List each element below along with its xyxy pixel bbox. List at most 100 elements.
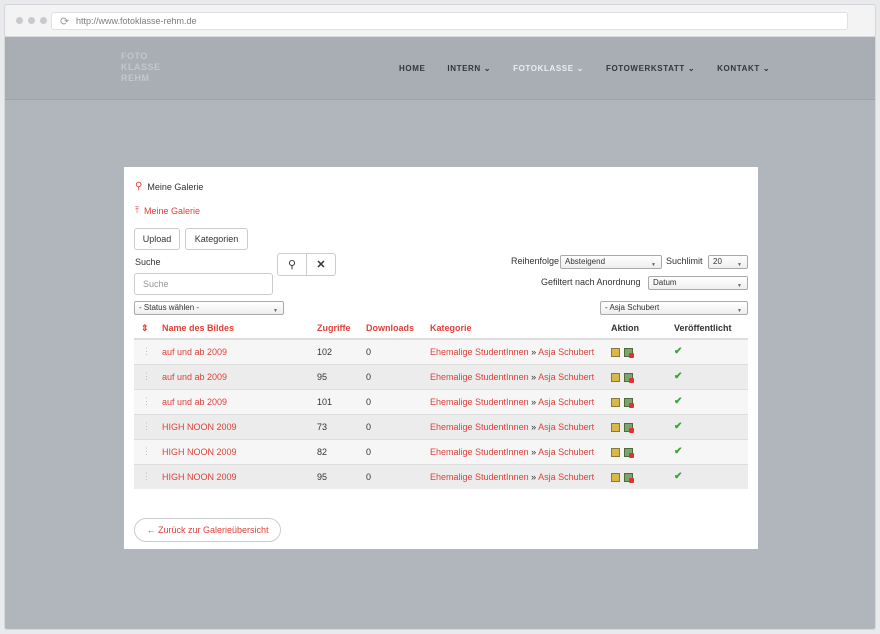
delete-image-icon[interactable]: [624, 472, 634, 483]
image-name-link[interactable]: auf und ab 2009: [162, 388, 317, 414]
table-row: ⋮ HIGH NOON 2009 95 0 Ehemalige StudentI…: [134, 463, 748, 489]
category-link[interactable]: Ehemalige StudentInnen: [430, 422, 529, 432]
table-header-row: ⇕ Name des Bildes Zugriffe Downloads Kat…: [134, 318, 748, 340]
limit-select[interactable]: 20 ▼: [708, 255, 748, 269]
image-name-link[interactable]: HIGH NOON 2009: [162, 438, 317, 464]
subcategory-link[interactable]: Asja Schubert: [538, 397, 594, 407]
edit-icon[interactable]: [611, 422, 620, 432]
col-category[interactable]: Kategorie: [430, 318, 611, 340]
search-input[interactable]: Suche: [134, 273, 273, 295]
category-cell: Ehemalige StudentInnen » Asja Schubert: [430, 413, 611, 439]
address-bar[interactable]: ⟳ http://www.fotoklasse-rehm.de: [51, 12, 848, 30]
filter-select[interactable]: Datum ▼: [648, 276, 748, 290]
category-link[interactable]: Ehemalige StudentInnen: [430, 472, 529, 482]
delete-image-icon[interactable]: [624, 347, 634, 358]
image-name-link[interactable]: auf und ab 2009: [162, 338, 317, 364]
col-views[interactable]: Zugriffe: [317, 318, 366, 340]
order-select[interactable]: Absteigend ▼: [560, 255, 662, 269]
drag-handle-icon[interactable]: ⋮: [134, 438, 162, 464]
nav-label: HOME: [399, 64, 426, 73]
drag-handle-icon[interactable]: ⋮: [134, 413, 162, 439]
upload-button[interactable]: Upload: [134, 228, 180, 250]
maximize-dot[interactable]: [40, 17, 47, 24]
limit-label: Suchlimit: [666, 256, 703, 266]
nav-intern[interactable]: INTERN ⌄: [447, 64, 491, 73]
checkmark-icon[interactable]: ✔: [674, 421, 682, 432]
image-name-link[interactable]: auf und ab 2009: [162, 363, 317, 389]
views-count: 73: [317, 413, 366, 439]
nav-kontakt[interactable]: KONTAKT ⌄: [717, 64, 770, 73]
minimize-dot[interactable]: [28, 17, 35, 24]
subcategory-link[interactable]: Asja Schubert: [538, 347, 594, 357]
edit-icon[interactable]: [611, 447, 620, 457]
category-cell: Ehemalige StudentInnen » Asja Schubert: [430, 438, 611, 464]
subcategory-link[interactable]: Asja Schubert: [538, 472, 594, 482]
checkmark-icon[interactable]: ✔: [674, 346, 682, 357]
delete-image-icon[interactable]: [624, 447, 634, 458]
category-cell: Ehemalige StudentInnen » Asja Schubert: [430, 338, 611, 364]
checkmark-icon[interactable]: ✔: [674, 371, 682, 382]
search-button[interactable]: ⚲: [277, 253, 307, 276]
upload-icon: ⤒: [135, 205, 139, 215]
category-link[interactable]: Ehemalige StudentInnen: [430, 447, 529, 457]
categories-button[interactable]: Kategorien: [185, 228, 248, 250]
published-cell: ✔: [674, 413, 748, 439]
chevron-down-icon: ⌄: [687, 64, 696, 73]
gallery-title: Meine Galerie: [147, 181, 204, 192]
chevron-down-icon: ▼: [737, 283, 742, 289]
table-row: ⋮ HIGH NOON 2009 82 0 Ehemalige StudentI…: [134, 438, 748, 464]
nav-home[interactable]: HOME: [399, 64, 425, 73]
checkmark-icon[interactable]: ✔: [674, 471, 682, 482]
published-cell: ✔: [674, 338, 748, 364]
category-cell: Ehemalige StudentInnen » Asja Schubert: [430, 463, 611, 489]
order-label: Reihenfolge: [511, 256, 560, 266]
reload-icon[interactable]: ⟳: [60, 15, 69, 28]
edit-icon[interactable]: [611, 472, 620, 482]
drag-handle-icon[interactable]: ⋮: [134, 463, 162, 489]
views-count: 101: [317, 388, 366, 414]
back-to-overview-button[interactable]: ← Zurück zur Galerieübersicht: [134, 518, 281, 542]
delete-image-icon[interactable]: [624, 422, 634, 433]
delete-image-icon[interactable]: [624, 397, 634, 408]
close-dot[interactable]: [16, 17, 23, 24]
sort-icon: ⇕: [141, 322, 149, 333]
upload-gallery-link[interactable]: ⤒ Meine Galerie: [135, 205, 200, 216]
drag-handle-icon[interactable]: ⋮: [134, 388, 162, 414]
subcategory-link[interactable]: Asja Schubert: [538, 372, 594, 382]
published-cell: ✔: [674, 438, 748, 464]
map-pin-icon: ⚲: [135, 181, 143, 192]
subcategory-link[interactable]: Asja Schubert: [538, 422, 594, 432]
delete-image-icon[interactable]: [624, 372, 634, 383]
edit-icon[interactable]: [611, 397, 620, 407]
category-link[interactable]: Ehemalige StudentInnen: [430, 397, 529, 407]
site-logo[interactable]: FOTO KLASSE REHM: [121, 51, 171, 84]
image-name-link[interactable]: HIGH NOON 2009: [162, 413, 317, 439]
image-name-link[interactable]: HIGH NOON 2009: [162, 463, 317, 489]
limit-select-value: 20: [713, 257, 722, 266]
filter-select-value: Datum: [653, 278, 677, 287]
main-nav: HOME INTERN ⌄ FOTOKLASSE ⌄ FOTOWERKSTATT ⌄ …: [399, 64, 770, 73]
nav-fotowerkstatt[interactable]: FOTOWERKSTATT ⌄: [606, 64, 695, 73]
category-separator: »: [531, 446, 537, 457]
drag-handle-icon[interactable]: ⋮: [134, 363, 162, 389]
action-cell: [611, 438, 674, 464]
col-downloads[interactable]: Downloads: [366, 318, 430, 340]
user-select[interactable]: - Asja Schubert ▼: [600, 301, 748, 315]
edit-icon[interactable]: [611, 347, 620, 357]
category-link[interactable]: Ehemalige StudentInnen: [430, 347, 529, 357]
views-count: 95: [317, 463, 366, 489]
clear-search-button[interactable]: ✕: [306, 253, 336, 276]
edit-icon[interactable]: [611, 372, 620, 382]
sort-column[interactable]: ⇕: [134, 318, 162, 340]
checkmark-icon[interactable]: ✔: [674, 396, 682, 407]
checkmark-icon[interactable]: ✔: [674, 446, 682, 457]
table-row: ⋮ HIGH NOON 2009 73 0 Ehemalige StudentI…: [134, 413, 748, 439]
drag-handle-icon[interactable]: ⋮: [134, 338, 162, 364]
nav-fotoklasse[interactable]: FOTOKLASSE ⌄: [513, 64, 584, 73]
window-controls: [16, 17, 47, 24]
category-link[interactable]: Ehemalige StudentInnen: [430, 372, 529, 382]
subcategory-link[interactable]: Asja Schubert: [538, 447, 594, 457]
col-name[interactable]: Name des Bildes: [162, 318, 317, 340]
status-select[interactable]: - Status wählen - ▼: [134, 301, 284, 315]
browser-window: ⟳ http://www.fotoklasse-rehm.de FOTO KLA…: [4, 4, 876, 630]
